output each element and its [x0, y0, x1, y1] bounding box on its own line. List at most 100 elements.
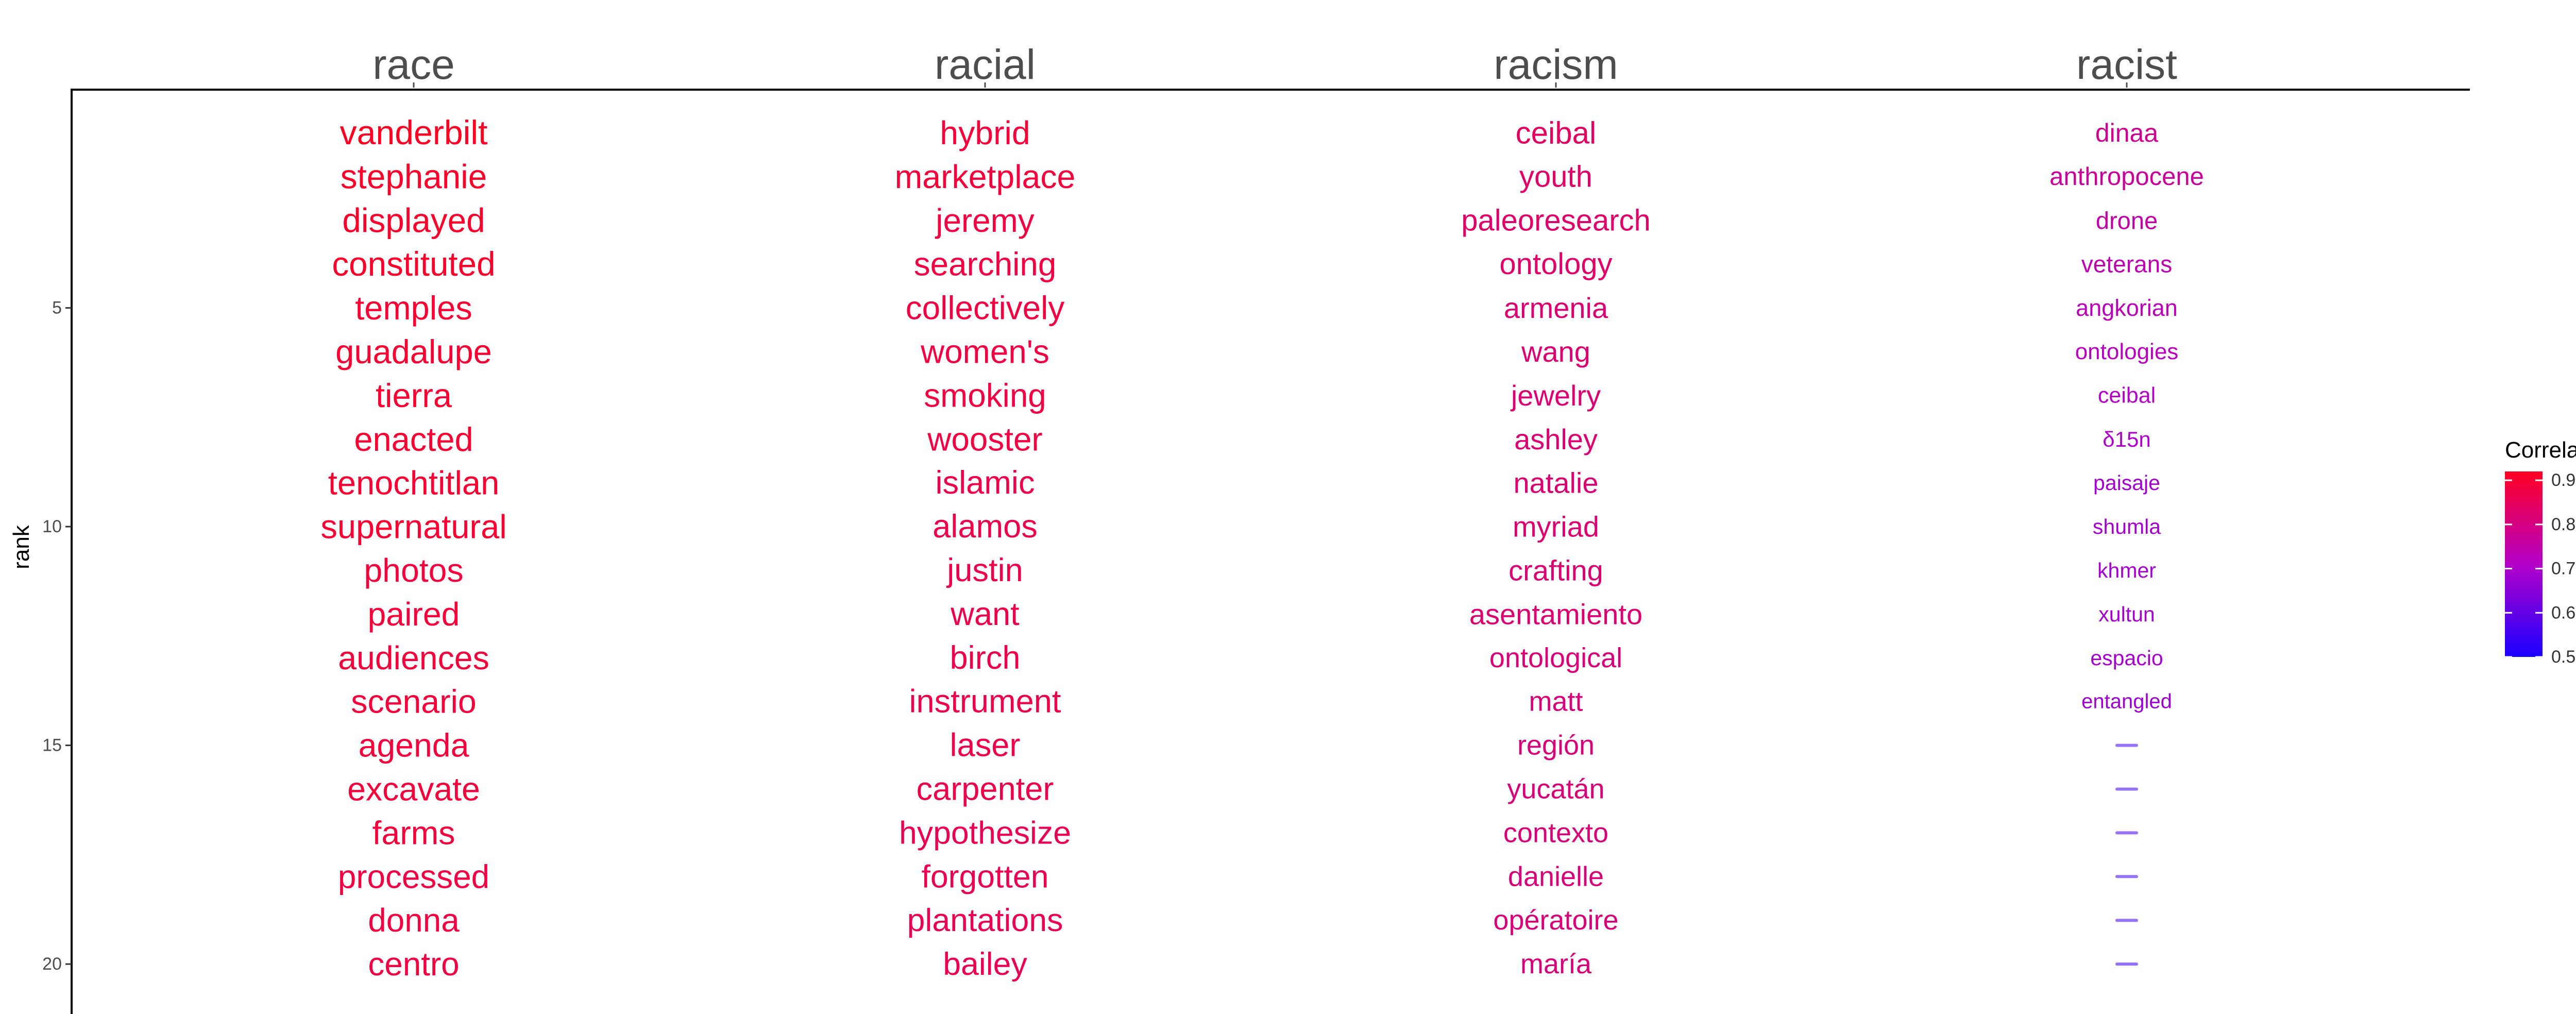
correlation-legend: Correlation 0.9 0.8 0.7 0.6 0.5: [2505, 437, 2576, 667]
word-label: armenia: [1504, 292, 1608, 324]
word-label: vanderbilt: [340, 114, 488, 152]
word-label: xultun: [2098, 602, 2155, 626]
word-label: yucatán: [1507, 774, 1604, 805]
facet-label-racist: racist: [2076, 41, 2177, 88]
word-label: tierra: [376, 377, 452, 414]
word-label: hypothesize: [899, 815, 1071, 851]
y-tick-label: 10: [42, 517, 62, 536]
word-label: agenda: [359, 727, 469, 764]
word-label: tenochtitlan: [328, 464, 499, 502]
y-axis-label: rank: [9, 525, 34, 569]
word-label: jeremy: [935, 202, 1035, 239]
word-label: jewelry: [1510, 379, 1601, 412]
word-label: ontologies: [2075, 339, 2179, 364]
facet-strip-ticks: [413, 82, 2128, 88]
word-label: wooster: [927, 420, 1042, 458]
word-label: scenario: [351, 683, 476, 720]
word-label: paired: [368, 596, 460, 633]
word-label: collectively: [906, 290, 1065, 327]
word-label: natalie: [1513, 467, 1598, 499]
word-label: laser: [950, 728, 1021, 764]
facet-strip-labels: race racial racism racist: [372, 41, 2177, 88]
word-label: asentamiento: [1469, 598, 1642, 630]
word-label: islamic: [935, 465, 1035, 501]
facet-label-racial: racial: [935, 41, 1036, 88]
word-label: smoking: [924, 377, 1046, 414]
word-label: paisaje: [2093, 471, 2160, 495]
word-label: instrument: [909, 684, 1061, 720]
y-axis-ticks: 5 10 15 20: [42, 298, 72, 974]
word-columns: vanderbilt stephanie displayed constituted t…: [320, 114, 2204, 983]
legend-tick-label: 0.5: [2551, 647, 2575, 667]
word-label: stephanie: [341, 158, 487, 195]
word-label: plantations: [907, 902, 1063, 938]
word-label: guadalupe: [335, 333, 492, 370]
y-tick-label: 5: [52, 298, 62, 318]
legend-colorbar: [2505, 471, 2543, 657]
word-label: forgotten: [921, 858, 1048, 894]
word-label: δ15n: [2103, 427, 2150, 451]
tiny-word-mark: [2115, 962, 2138, 966]
y-tick-label: 20: [42, 954, 62, 974]
word-label: paleoresearch: [1461, 204, 1651, 237]
word-label: ontology: [1499, 247, 1612, 281]
word-label: veterans: [2081, 251, 2172, 278]
word-column-racism: ceibal youth paleoresearch ontology armenia w…: [1461, 116, 1651, 980]
tiny-word-mark: [2115, 919, 2138, 922]
word-label: searching: [914, 246, 1057, 283]
word-label: wang: [1521, 335, 1590, 368]
tiny-word-mark: [2115, 743, 2138, 747]
tiny-word-mark: [2115, 787, 2138, 791]
word-label: región: [1517, 730, 1595, 761]
word-label: danielle: [1508, 861, 1604, 892]
word-column-race: vanderbilt stephanie displayed constituted t…: [320, 114, 506, 983]
word-label: ceibal: [1516, 116, 1597, 150]
facet-label-race: race: [372, 41, 455, 88]
word-label: dinaa: [2095, 119, 2159, 147]
word-label: want: [950, 596, 1020, 632]
legend-title: Correlation: [2505, 437, 2576, 463]
word-label: justin: [946, 552, 1023, 588]
word-label: crafting: [1509, 554, 1603, 587]
word-label: opératoire: [1493, 905, 1618, 936]
y-tick-label: 15: [42, 736, 62, 755]
word-label: excavate: [347, 771, 480, 808]
word-label: myriad: [1513, 511, 1599, 543]
word-label: hybrid: [940, 114, 1030, 151]
word-label: photos: [364, 552, 463, 589]
word-label: khmer: [2097, 559, 2156, 582]
word-label: ashley: [1514, 423, 1598, 455]
word-label: women's: [920, 333, 1049, 370]
tiny-word-mark: [2115, 875, 2138, 878]
word-label: processed: [338, 858, 489, 895]
word-label: displayed: [342, 201, 485, 239]
word-label: contexto: [1503, 817, 1608, 848]
word-label: entangled: [2081, 690, 2172, 713]
word-label: matt: [1529, 686, 1583, 717]
word-label: marketplace: [895, 158, 1076, 195]
word-label: drone: [2096, 207, 2158, 234]
word-label: centro: [368, 945, 459, 983]
word-label: bailey: [943, 946, 1027, 982]
word-label: angkorian: [2076, 295, 2178, 321]
word-label: ceibal: [2098, 383, 2156, 408]
word-label: farms: [372, 814, 455, 851]
word-label: constituted: [332, 245, 495, 283]
word-correlation-chart: race racial racism racist 5 10 15 20 rank v…: [9, 41, 2576, 1014]
legend-tick-label: 0.9: [2551, 470, 2575, 490]
word-column-racist: dinaa anthropocene drone veterans angkorian o…: [2049, 119, 2204, 966]
word-label: audiences: [338, 639, 489, 677]
legend-tick-label: 0.8: [2551, 515, 2575, 534]
word-label: carpenter: [917, 771, 1054, 807]
word-label: donna: [368, 902, 460, 939]
word-label: youth: [1519, 160, 1592, 193]
tiny-word-mark: [2115, 831, 2138, 835]
word-label: shumla: [2093, 515, 2161, 538]
word-label: maría: [1520, 949, 1592, 979]
word-label: enacted: [354, 420, 473, 458]
word-column-racial: hybrid marketplace jeremy searching collecti…: [895, 114, 1076, 982]
legend-tick-label: 0.7: [2551, 559, 2575, 579]
word-label: alamos: [933, 509, 1038, 545]
facet-label-racism: racism: [1494, 41, 1618, 88]
word-label: ontological: [1489, 643, 1622, 673]
